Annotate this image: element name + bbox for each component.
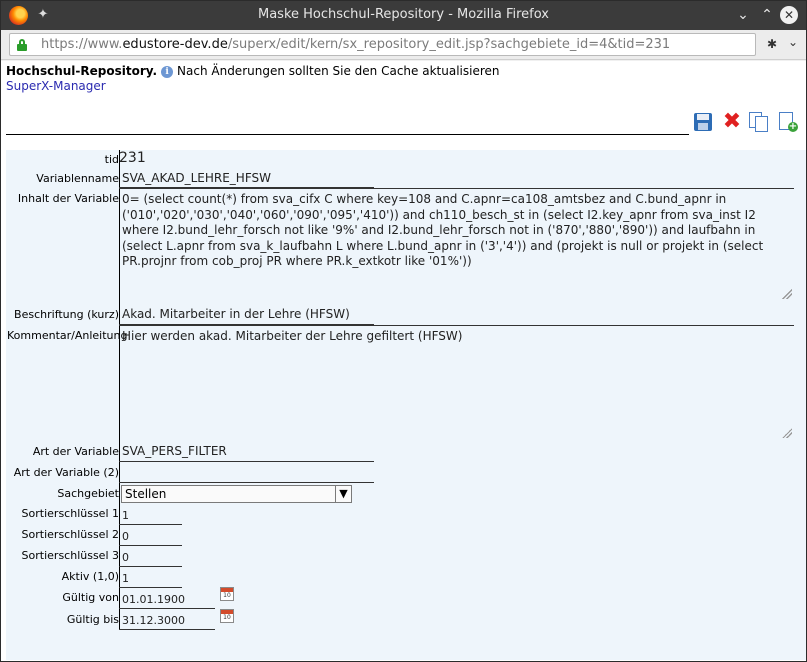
label-variablenname: Variablenname (36, 172, 119, 185)
aktiv-input[interactable]: 1 (119, 567, 182, 588)
sort2-input[interactable]: 0 (119, 525, 182, 546)
toolbar-divider (6, 134, 689, 135)
maximize-button[interactable]: ⌃ (757, 5, 777, 25)
label-tid: tid (104, 153, 119, 166)
save-icon[interactable] (692, 111, 714, 133)
label-gueltig-von: Gültig von (62, 591, 119, 604)
resize-grip-icon[interactable] (782, 289, 792, 299)
minimize-button[interactable]: ⌄ (733, 5, 753, 25)
kommentar-textarea[interactable]: Hier werden akad. Mitarbeiter der Lehre … (119, 325, 794, 440)
title-bar: ✦ Maske Hochschul-Repository - Mozilla F… (1, 1, 806, 30)
calendar-day: 10 (223, 614, 231, 621)
field-labels: tid Variablenname Inhalt der Variable Be… (6, 150, 128, 660)
label-art: Art der Variable (32, 445, 119, 458)
info-icon: i (161, 66, 174, 78)
calendar-icon[interactable]: 10 (220, 609, 234, 623)
label-gueltig-bis: Gültig bis (66, 613, 119, 626)
url-host: edustore-dev.de (122, 37, 228, 52)
beschriftung-input[interactable]: Akad. Mitarbeiter in der Lehre (HFSW) (119, 304, 374, 325)
label-sort2: Sortierschlüssel 2 (21, 528, 119, 541)
browser-window: ✦ Maske Hochschul-Repository - Mozilla F… (0, 0, 807, 662)
calendar-icon[interactable]: 10 (220, 587, 234, 601)
lock-icon[interactable] (17, 39, 27, 51)
kommentar-text: Hier werden akad. Mitarbeiter der Lehre … (122, 329, 463, 343)
label-aktiv: Aktiv (1,0) (61, 570, 119, 583)
superx-manager-link[interactable]: SuperX-Manager (6, 79, 106, 93)
extensions-icon[interactable]: ✱ (767, 37, 777, 51)
close-button[interactable]: ✕ (780, 6, 798, 24)
calendar-day: 10 (223, 592, 231, 599)
sort3-input[interactable]: 0 (119, 546, 182, 567)
tid-value: 231 (119, 150, 146, 166)
copy-icon[interactable] (747, 111, 769, 133)
inhalt-text: 0= (select count(*) from sva_cifx C wher… (122, 192, 764, 268)
cache-notice: Nach Änderungen sollten Sie den Cache ak… (177, 64, 500, 78)
url-prefix: https://www. (41, 37, 123, 52)
art-input[interactable]: SVA_PERS_FILTER (119, 441, 374, 462)
inhalt-textarea[interactable]: 0= (select count(*) from sva_cifx C wher… (119, 188, 794, 301)
page-header: Hochschul-Repository. i Nach Änderungen so… (6, 64, 500, 78)
chevron-down-icon[interactable]: ▼ (335, 486, 351, 502)
label-sort3: Sortierschlüssel 3 (21, 549, 119, 562)
page-content: Hochschul-Repository. i Nach Änderungen so… (1, 61, 806, 661)
url-text: https://www.edustore-dev.de/superx/edit/… (41, 37, 670, 52)
label-kommentar: Kommentar/Anleitung (7, 329, 128, 342)
navigation-bar: https://www.edustore-dev.de/superx/edit/… (1, 30, 806, 60)
label-art2: Art der Variable (2) (13, 466, 119, 479)
new-record-icon[interactable]: + (776, 111, 798, 133)
delete-icon[interactable]: ✖ (721, 111, 743, 133)
overflow-chevron-icon[interactable]: ⌄ (788, 35, 798, 49)
page-title: Hochschul-Repository. (6, 64, 158, 78)
label-sachgebiet: Sachgebiet (57, 487, 119, 500)
resize-grip-icon[interactable] (782, 428, 792, 438)
sachgebiet-selected: Stellen (125, 487, 167, 501)
gueltig-bis-input[interactable]: 31.12.3000 (119, 609, 215, 630)
label-beschriftung: Beschriftung (kurz) (14, 308, 119, 321)
sort1-input[interactable]: 1 (119, 504, 182, 525)
label-sort1: Sortierschlüssel 1 (21, 507, 119, 520)
url-bar[interactable]: https://www.edustore-dev.de/superx/edit/… (9, 33, 756, 56)
gueltig-von-input[interactable]: 01.01.1900 (119, 588, 215, 609)
url-path: /superx/edit/kern/sx_repository_edit.jsp… (227, 37, 671, 52)
label-inhalt: Inhalt der Variable (17, 192, 119, 205)
art2-input[interactable] (119, 462, 374, 483)
sachgebiet-select[interactable]: Stellen ▼ (121, 485, 352, 503)
variablenname-input[interactable]: SVA_AKAD_LEHRE_HFSW (119, 169, 374, 188)
window-title: Maske Hochschul-Repository - Mozilla Fir… (257, 7, 549, 22)
